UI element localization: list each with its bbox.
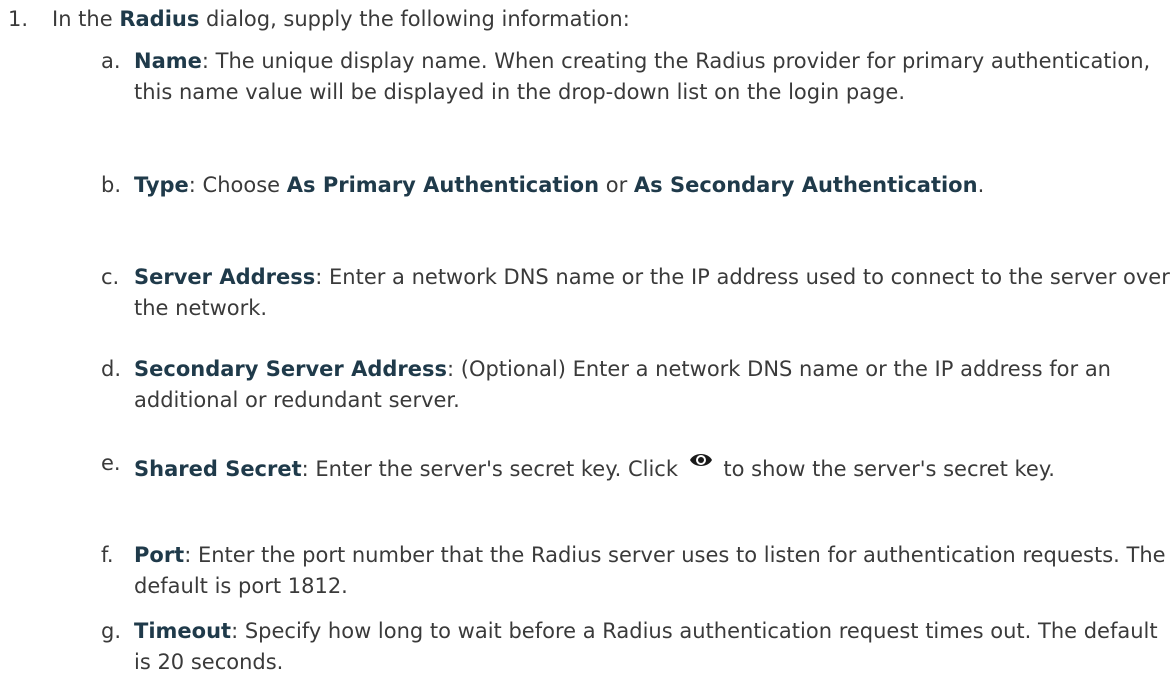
item-body: Server Address: Enter a network DNS name… bbox=[134, 262, 1174, 324]
item-body: Type: Choose As Primary Authentication o… bbox=[134, 170, 1174, 201]
item-body: Timeout: Specify how long to wait before… bbox=[134, 616, 1174, 678]
item-body: Name: The unique display name. When crea… bbox=[134, 46, 1174, 108]
item-text: : The unique display name. When creating… bbox=[134, 49, 1151, 104]
item-body: Port: Enter the port number that the Rad… bbox=[134, 540, 1174, 602]
item-text-pre: : Choose bbox=[188, 173, 287, 197]
item-term: Name bbox=[134, 49, 202, 73]
item-body: Shared Secret: Enter the server's secret… bbox=[134, 448, 1174, 485]
item-letter: c. bbox=[101, 265, 120, 289]
item-term: Timeout bbox=[134, 619, 232, 643]
item-letter: a. bbox=[101, 49, 121, 73]
dialog-name: Radius bbox=[119, 7, 200, 31]
option-primary: As Primary Authentication bbox=[286, 173, 600, 197]
item-text-post: . bbox=[977, 173, 985, 197]
item-text-pre: : Enter the server's secret key. Click bbox=[301, 457, 685, 481]
item-text: : Specify how long to wait before a Radi… bbox=[134, 619, 1158, 674]
item-term: Secondary Server Address bbox=[134, 357, 447, 381]
item-letter: d. bbox=[101, 357, 122, 381]
item-text-post: to show the server's secret key. bbox=[716, 457, 1055, 481]
item-term: Port bbox=[134, 543, 185, 567]
item-body: Secondary Server Address: (Optional) Ent… bbox=[134, 354, 1174, 416]
eye-icon[interactable] bbox=[689, 448, 713, 468]
item-term: Server Address bbox=[134, 265, 316, 289]
item-letter: b. bbox=[101, 173, 122, 197]
item-text: : Enter the port number that the Radius … bbox=[134, 543, 1166, 598]
item-term: Shared Secret bbox=[134, 457, 302, 481]
item-letter: e. bbox=[101, 451, 121, 475]
item-letter: f. bbox=[101, 543, 114, 567]
step-text-pre: In the bbox=[52, 7, 120, 31]
option-secondary: As Secondary Authentication bbox=[633, 173, 978, 197]
item-term: Type bbox=[134, 173, 189, 197]
item-letter: g. bbox=[101, 619, 122, 643]
item-text-mid: or bbox=[599, 173, 634, 197]
step-text: In the Radius dialog, supply the followi… bbox=[52, 4, 630, 35]
step-number: 1. bbox=[8, 7, 29, 31]
step-text-post: dialog, supply the following information… bbox=[199, 7, 630, 31]
